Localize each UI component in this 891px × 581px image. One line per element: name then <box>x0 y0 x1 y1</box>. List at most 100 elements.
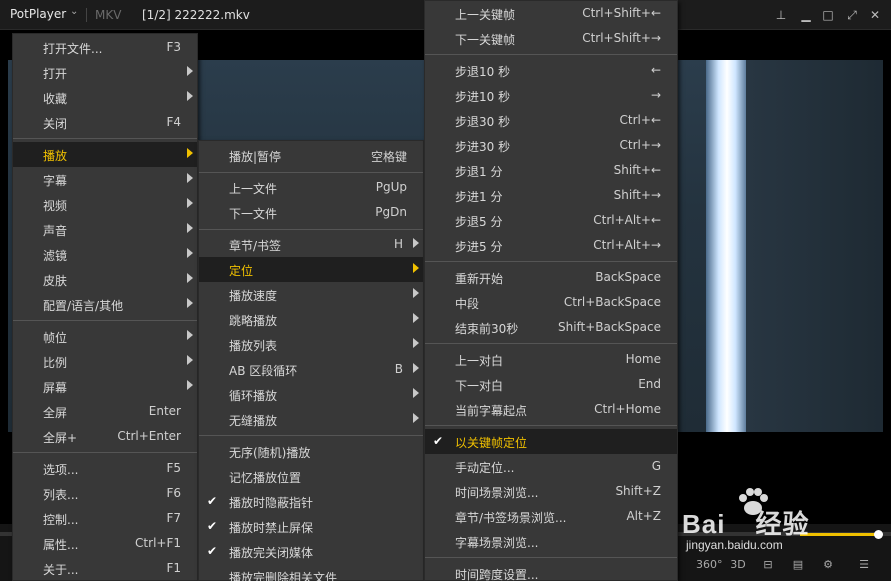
submenu-arrow-icon <box>187 298 193 308</box>
submenu-arrow-icon <box>413 363 419 373</box>
fullscreen-icon[interactable]: ⤢ <box>843 6 861 24</box>
menu-item-label: 全屏+ <box>43 431 78 445</box>
menu-item[interactable]: 列表... F6 <box>13 481 197 506</box>
menu-item-label: 步退5 分 <box>455 215 503 229</box>
menu-item-shortcut: Ctrl+→ <box>619 138 661 152</box>
menu-item[interactable]: 记忆播放位置 <box>199 464 423 489</box>
menu-item[interactable]: 播放 <box>13 142 197 167</box>
menu-item[interactable]: 字幕 <box>13 167 197 192</box>
menu-separator <box>199 435 423 436</box>
menu-item[interactable]: 帧位 <box>13 324 197 349</box>
menu-item-shortcut: B <box>394 362 403 376</box>
menu-item[interactable]: 步退30 秒 Ctrl+← <box>425 108 677 133</box>
menu-item-label: 步进1 分 <box>455 190 503 204</box>
menu-item[interactable]: 无序(随机)播放 <box>199 439 423 464</box>
menu-item[interactable]: 结束前30秒 Shift+BackSpace <box>425 315 677 340</box>
menu-item-label: 字幕场景浏览... <box>455 536 539 550</box>
btn-360[interactable]: 360° <box>696 556 723 574</box>
menu-item[interactable]: 滤镜 <box>13 242 197 267</box>
menu-item[interactable]: 步进30 秒 Ctrl+→ <box>425 133 677 158</box>
menu-item[interactable]: ✔ 播放时禁止屏保 <box>199 514 423 539</box>
menu-item-shortcut: F3 <box>166 40 181 54</box>
menu-item[interactable]: 手动定位... G <box>425 454 677 479</box>
menu-item[interactable]: 全屏 Enter <box>13 399 197 424</box>
menu-item[interactable]: 屏幕 <box>13 374 197 399</box>
menu-item[interactable]: 配置/语言/其他 <box>13 292 197 317</box>
menu-item[interactable]: 重新开始 BackSpace <box>425 265 677 290</box>
menu-item[interactable]: 步退10 秒 ← <box>425 58 677 83</box>
menu-item[interactable]: 循环播放 <box>199 382 423 407</box>
menu-item[interactable]: 时间跨度设置... <box>425 561 677 581</box>
menu-item-label: 章节/书签场景浏览... <box>455 511 567 525</box>
menu-item[interactable]: 无缝播放 <box>199 407 423 432</box>
menu-item[interactable]: 章节/书签 H <box>199 232 423 257</box>
volume-knob[interactable] <box>874 530 883 539</box>
menu-item-shortcut: Ctrl+BackSpace <box>563 295 661 309</box>
close-icon[interactable]: ✕ <box>866 6 884 24</box>
app-menu-button[interactable]: PotPlayer ⌄ <box>10 6 78 21</box>
minimize-icon[interactable]: ▁ <box>797 6 815 24</box>
menu-separator <box>425 425 677 426</box>
btn-3d[interactable]: 3D <box>726 556 750 574</box>
menu-item[interactable]: 收藏 <box>13 85 197 110</box>
menu-item[interactable]: 视频 <box>13 192 197 217</box>
menu-item[interactable]: 打开文件... F3 <box>13 35 197 60</box>
menu-item-label: 当前字幕起点 <box>455 404 528 418</box>
watermark-brand: Bai 经验 <box>682 509 810 539</box>
menu-item[interactable]: 下一对白 End <box>425 372 677 397</box>
menu-item[interactable]: 步退5 分 Ctrl+Alt+← <box>425 208 677 233</box>
gear-icon[interactable]: ⚙ <box>816 556 840 574</box>
menu-item[interactable]: 上一关键帧 Ctrl+Shift+← <box>425 1 677 26</box>
menu-item-label: 字幕 <box>43 174 68 188</box>
menu-item-label: 收藏 <box>43 92 68 106</box>
menu-item[interactable]: 步进10 秒 → <box>425 83 677 108</box>
menu-item[interactable]: 下一关键帧 Ctrl+Shift+→ <box>425 26 677 51</box>
maximize-icon[interactable]: □ <box>819 6 837 24</box>
menu-item[interactable]: 播放完删除相关文件 <box>199 564 423 581</box>
menu-item[interactable]: 跳略播放 <box>199 307 423 332</box>
menu-item-label: 重新开始 <box>455 272 504 286</box>
menu-item-label: 以关键帧定位 <box>455 436 528 450</box>
menu-item-label: 播放时隐蔽指针 <box>229 496 314 510</box>
menu-item[interactable]: 属性... Ctrl+F1 <box>13 531 197 556</box>
menu-item[interactable]: 打开 <box>13 60 197 85</box>
menu-item-label: 播放时禁止屏保 <box>229 521 314 535</box>
submenu-arrow-icon <box>413 338 419 348</box>
menu-item[interactable]: 章节/书签场景浏览... Alt+Z <box>425 504 677 529</box>
submenu-arrow-icon <box>187 355 193 365</box>
menu-item[interactable]: 步退1 分 Shift+← <box>425 158 677 183</box>
menu-item[interactable]: AB 区段循环 B <box>199 357 423 382</box>
menu-item[interactable]: 关于... F1 <box>13 556 197 581</box>
menu-item[interactable]: 步进5 分 Ctrl+Alt+→ <box>425 233 677 258</box>
menu-item-label: 播放完关闭媒体 <box>229 546 314 560</box>
menu-item[interactable]: ✔ 以关键帧定位 <box>425 429 677 454</box>
menu-item[interactable]: 上一文件 PgUp <box>199 175 423 200</box>
menu-item[interactable]: 中段 Ctrl+BackSpace <box>425 290 677 315</box>
menu-item[interactable]: 播放速度 <box>199 282 423 307</box>
document-icon[interactable]: ▤ <box>786 556 810 574</box>
menu-item[interactable]: 上一对白 Home <box>425 347 677 372</box>
pin-icon[interactable]: ⊥ <box>772 6 790 24</box>
menu-item[interactable]: ✔ 播放完关闭媒体 <box>199 539 423 564</box>
menu-item[interactable]: 步进1 分 Shift+→ <box>425 183 677 208</box>
menu-item[interactable]: 控制... F7 <box>13 506 197 531</box>
submenu-arrow-icon <box>413 388 419 398</box>
menu-item[interactable]: 下一文件 PgDn <box>199 200 423 225</box>
menu-item[interactable]: 选项... F5 <box>13 456 197 481</box>
submenu-arrow-icon <box>187 273 193 283</box>
menu-item[interactable]: 时间场景浏览... Shift+Z <box>425 479 677 504</box>
menu-item[interactable]: 比例 <box>13 349 197 374</box>
playlist-icon[interactable]: ☰ <box>852 556 876 574</box>
subtitle-search-icon[interactable]: ⊟ <box>756 556 780 574</box>
menu-item-shortcut: Enter <box>148 404 181 418</box>
menu-item[interactable]: 字幕场景浏览... <box>425 529 677 554</box>
menu-item[interactable]: ✔ 播放时隐蔽指针 <box>199 489 423 514</box>
menu-item[interactable]: 声音 <box>13 217 197 242</box>
menu-item[interactable]: 全屏+ Ctrl+Enter <box>13 424 197 449</box>
menu-item[interactable]: 播放列表 <box>199 332 423 357</box>
menu-item[interactable]: 关闭 F4 <box>13 110 197 135</box>
menu-item[interactable]: 当前字幕起点 Ctrl+Home <box>425 397 677 422</box>
menu-item[interactable]: 定位 <box>199 257 423 282</box>
menu-item[interactable]: 皮肤 <box>13 267 197 292</box>
menu-item[interactable]: 播放|暂停 空格键 <box>199 143 423 168</box>
